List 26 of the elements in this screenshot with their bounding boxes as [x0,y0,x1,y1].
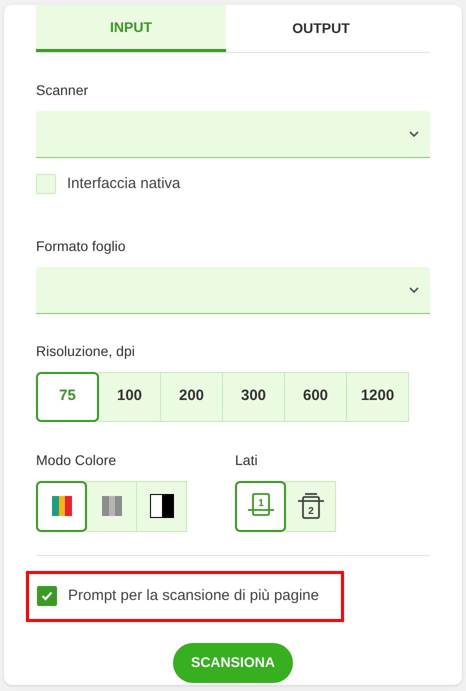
checkbox[interactable] [37,586,57,606]
field-label: Formato foglio [36,236,126,256]
chevron-down-icon [409,286,419,292]
resolution-option[interactable]: 200 [160,372,223,422]
color-mode-option[interactable] [36,480,87,532]
resolution-option[interactable]: 100 [98,372,161,422]
check-icon [41,591,53,601]
field-label: Modo Colore [36,450,118,470]
chevron-down-icon [409,131,419,137]
grayscale-icon [102,496,122,516]
field-label: Risoluzione, dpi [36,342,136,361]
dropdown-field[interactable] [36,266,430,314]
field-label: Lati [235,450,259,470]
resolution-option[interactable]: 75 [36,372,99,422]
checkbox-label: Prompt per la scansione di più pagine [68,586,319,606]
sides-option[interactable]: 2 [285,480,336,532]
field-label: Scanner [36,81,90,100]
monochrome-icon [150,494,174,518]
resolution-option[interactable]: 300 [222,372,285,422]
checkbox-label: Interfaccia nativa [67,174,180,194]
resolution-option[interactable]: 1200 [346,372,409,422]
sides-option[interactable]: 1 [235,480,286,532]
checkbox[interactable] [36,174,56,194]
dropdown-field[interactable] [36,111,430,158]
striped-icon [52,496,72,516]
resolution-option[interactable]: 600 [284,372,347,422]
